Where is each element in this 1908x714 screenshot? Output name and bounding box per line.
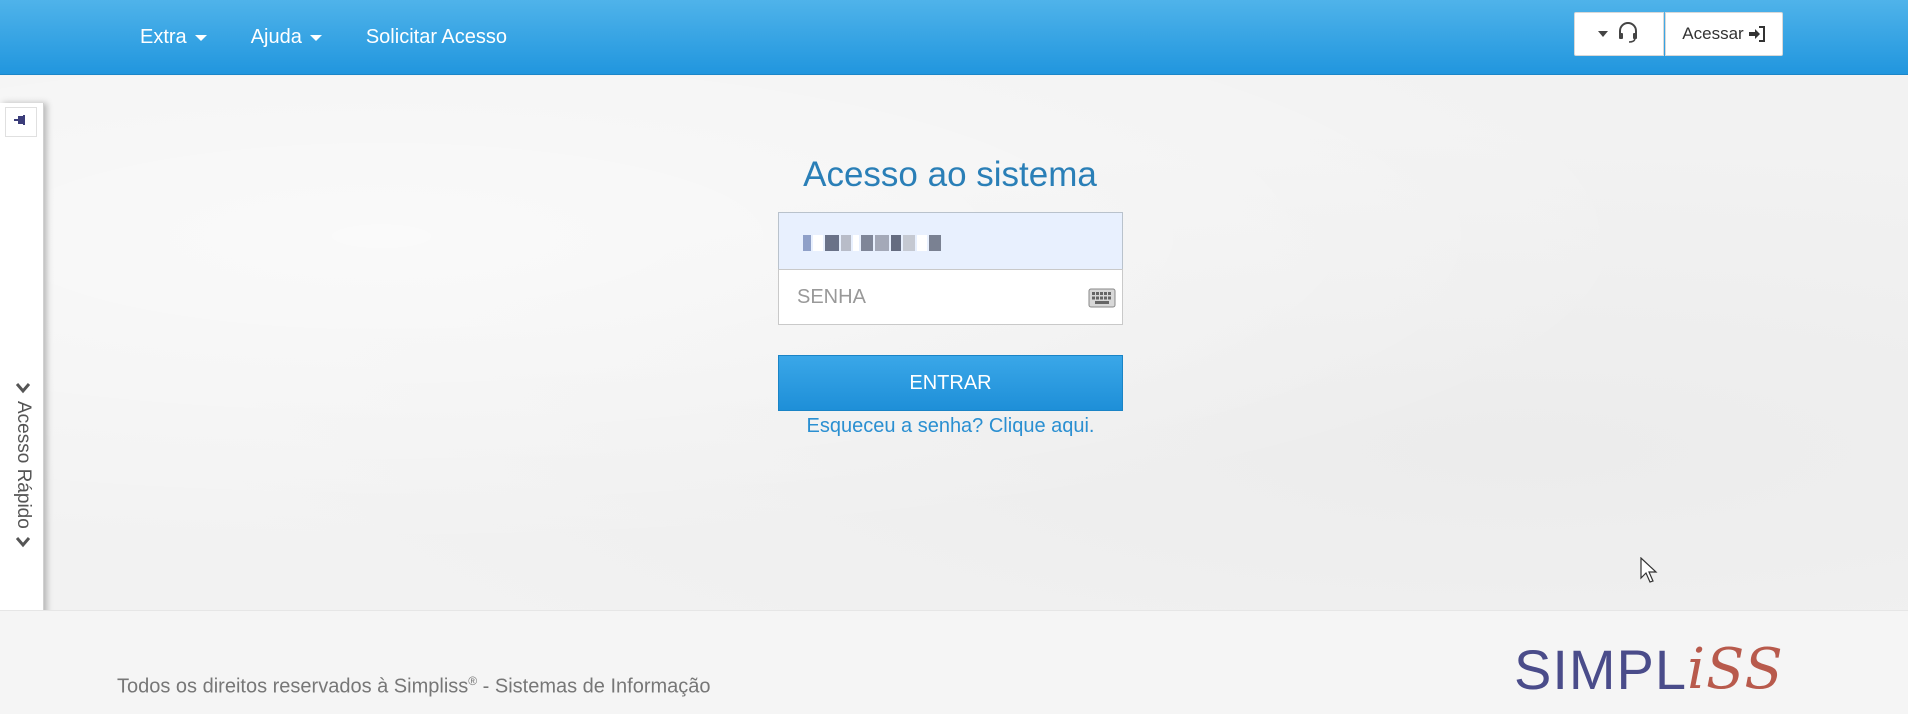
- username-field[interactable]: [778, 212, 1123, 270]
- nav-ajuda-dropdown[interactable]: Ajuda: [251, 26, 322, 49]
- registered-mark: ®: [468, 674, 478, 688]
- login-title: Acesso ao sistema: [803, 155, 1097, 194]
- sign-in-icon: [1748, 26, 1766, 42]
- entrar-button[interactable]: ENTRAR: [778, 355, 1123, 411]
- logo-part2: iSS: [1687, 637, 1784, 702]
- headset-icon: [1616, 20, 1640, 49]
- logo-part1: SIMPL: [1514, 638, 1688, 701]
- acessar-button[interactable]: Acessar: [1665, 12, 1783, 56]
- password-field-wrapper: [778, 269, 1123, 325]
- nav-extra-dropdown[interactable]: Extra: [140, 26, 207, 49]
- nav-solicitar-acesso-label: Solicitar Acesso: [365, 26, 508, 48]
- forgot-password-link[interactable]: Esqueceu a senha? Clique aqui.: [778, 415, 1123, 438]
- nav-solicitar-acesso-link[interactable]: Solicitar Acesso: [366, 26, 507, 49]
- nav-menu: Extra Ajuda Solicitar Acesso: [140, 0, 551, 75]
- copyright-prefix: Todos os direitos reservados à Simpliss: [117, 675, 469, 698]
- pin-button[interactable]: [5, 107, 37, 137]
- support-dropdown-button[interactable]: [1574, 12, 1664, 56]
- caret-down-icon: [194, 34, 207, 41]
- copyright-suffix: - Sistemas de Informação: [477, 675, 711, 698]
- keyboard-icon[interactable]: [1088, 288, 1116, 308]
- caret-down-icon: [309, 34, 322, 41]
- acessar-label: Acessar: [1682, 24, 1744, 43]
- nav-extra-label: Extra: [140, 26, 187, 48]
- quick-access-label: Acesso Rápido: [13, 401, 34, 529]
- chevron-icon: [16, 535, 30, 549]
- nav-ajuda-label: Ajuda: [250, 26, 302, 48]
- copyright-text: Todos os direitos reservados à Simpliss®…: [117, 674, 711, 699]
- chevron-icon: [16, 381, 30, 395]
- caret-down-icon: [1598, 31, 1608, 37]
- pin-icon: [13, 113, 29, 131]
- password-input[interactable]: [797, 272, 1087, 322]
- footer: Todos os direitos reservados à Simpliss®…: [0, 610, 1908, 714]
- mouse-cursor-icon: [1640, 556, 1658, 588]
- simpliss-logo: SIMPL iSS: [1514, 637, 1784, 702]
- top-navbar: Extra Ajuda Solicitar Acesso Acessar: [0, 0, 1908, 75]
- quick-access-toggle[interactable]: Acesso Rápido: [12, 375, 34, 555]
- redacted-username: [803, 234, 943, 252]
